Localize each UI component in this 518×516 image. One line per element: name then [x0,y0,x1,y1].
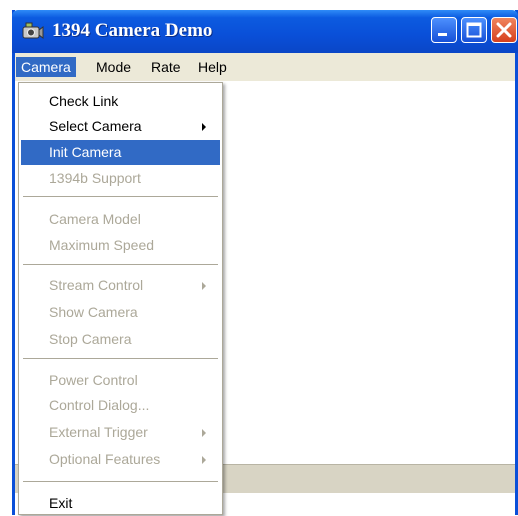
camera-menu-dropdown: Check Link Select Camera Init Camera 139… [18,82,223,515]
submenu-arrow-icon [202,123,206,131]
menu-mode[interactable]: Mode [91,57,136,77]
menu-item-1394b-support: 1394b Support [49,170,141,186]
menu-item-show-camera: Show Camera [49,304,138,320]
menu-separator [23,196,218,198]
menu-item-select-camera[interactable]: Select Camera [21,114,220,139]
camera-app-icon [22,21,44,41]
menu-item-optional-features: Optional Features [21,447,220,472]
menu-rate[interactable]: Rate [146,57,186,77]
minimize-icon [438,33,447,36]
close-button[interactable] [491,17,517,43]
menu-help[interactable]: Help [193,57,232,77]
close-icon [496,22,512,38]
menu-item-maximum-speed: Maximum Speed [49,237,155,253]
menu-separator [23,481,218,483]
minimize-button[interactable] [431,17,457,43]
menu-item-control-dialog: Control Dialog... [49,397,150,413]
menu-item-check-link[interactable]: Check Link [21,89,220,114]
submenu-arrow-icon [202,282,206,290]
menu-item-external-trigger: External Trigger [21,420,220,445]
maximize-icon [466,22,482,38]
submenu-arrow-icon [202,456,206,464]
menu-item-stop-camera: Stop Camera [49,331,132,347]
menu-item-init-camera[interactable]: Init Camera [21,140,220,165]
menu-item-power-control: Power Control [49,372,138,388]
title-bar[interactable]: 1394 Camera Demo [12,10,518,53]
menu-item-exit[interactable]: Exit [21,491,220,516]
maximize-button[interactable] [461,17,487,43]
window-title: 1394 Camera Demo [52,20,213,41]
menu-separator [23,264,218,266]
menu-separator [23,358,218,360]
menu-item-stream-control: Stream Control [21,273,220,298]
menu-camera[interactable]: Camera [16,57,76,77]
menu-bar: Camera Mode Rate Help [15,53,515,81]
menu-item-camera-model: Camera Model [49,211,141,227]
submenu-arrow-icon [202,429,206,437]
